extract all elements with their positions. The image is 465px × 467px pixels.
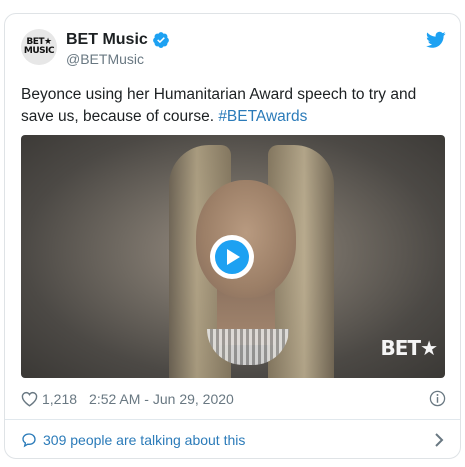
bet-watermark: BET★ bbox=[380, 336, 438, 360]
tweet-card[interactable]: BET★ MUSIC BET Music @BETMusic Beyonce u… bbox=[4, 13, 461, 459]
divider bbox=[5, 419, 460, 420]
comment-bubble-icon bbox=[22, 433, 36, 448]
play-triangle bbox=[227, 249, 240, 265]
tweet-header: BET★ MUSIC BET Music @BETMusic bbox=[21, 29, 446, 69]
author-handle[interactable]: @BETMusic bbox=[66, 51, 144, 67]
talking-about-label[interactable]: 309 people are talking about this bbox=[43, 432, 245, 448]
avatar-logo-line2: MUSIC bbox=[23, 46, 55, 56]
video-thumbnail[interactable]: BET★ bbox=[21, 135, 445, 378]
twitter-bird-icon[interactable] bbox=[426, 31, 446, 49]
conversation-link[interactable]: 309 people are talking about this bbox=[21, 430, 446, 450]
author-name-row[interactable]: BET Music bbox=[66, 30, 170, 50]
heart-icon[interactable] bbox=[21, 391, 38, 407]
tweet-meta: 1,218 2:52 AM - Jun 29, 2020 bbox=[21, 389, 446, 409]
hashtag-link[interactable]: #BETAwards bbox=[218, 108, 307, 125]
video-frame-face bbox=[196, 180, 296, 298]
chevron-right-icon[interactable] bbox=[434, 432, 444, 448]
play-icon bbox=[215, 240, 249, 274]
tweet-timestamp[interactable]: 2:52 AM - Jun 29, 2020 bbox=[89, 391, 234, 407]
avatar[interactable]: BET★ MUSIC bbox=[21, 29, 57, 65]
tweet-text: Beyonce using her Humanitarian Award spe… bbox=[21, 84, 446, 128]
play-button[interactable] bbox=[210, 235, 254, 279]
verified-badge-icon bbox=[152, 32, 169, 48]
info-icon[interactable] bbox=[429, 390, 446, 407]
avatar-logo: BET★ MUSIC bbox=[23, 38, 55, 56]
author-display-name[interactable]: BET Music bbox=[66, 31, 148, 49]
like-count[interactable]: 1,218 bbox=[42, 391, 77, 407]
